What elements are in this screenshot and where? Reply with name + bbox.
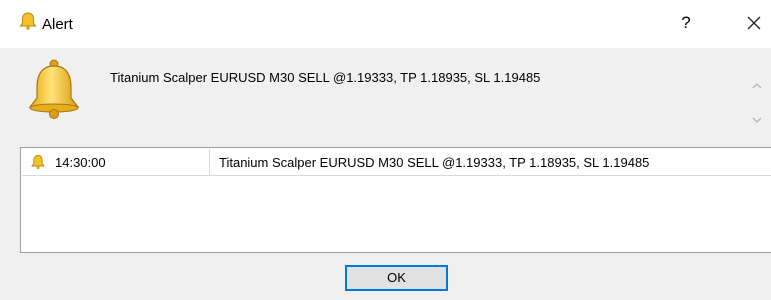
alert-message: Titanium Scalper EURUSD M30 SELL @1.1933… [110, 70, 541, 85]
bell-icon [24, 58, 84, 120]
scroll-down-button[interactable] [746, 110, 768, 130]
alert-log-list[interactable]: 14:30:00 Titanium Scalper EURUSD M30 SEL… [20, 147, 771, 253]
row-time: 14:30:00 [55, 155, 106, 170]
title-bar: Alert ? [0, 0, 771, 48]
chevron-up-icon [746, 83, 768, 100]
message-scrollbar[interactable] [746, 70, 768, 136]
bell-icon [30, 154, 46, 170]
time-cell: 14:30:00 [22, 149, 210, 175]
list-item[interactable]: 14:30:00 Titanium Scalper EURUSD M30 SEL… [22, 149, 771, 176]
ok-button[interactable]: OK [345, 265, 448, 291]
close-icon [747, 14, 761, 31]
alert-dialog: Alert ? Titanium Scalper EURUSD M30 SELL… [0, 0, 771, 300]
row-message: Titanium Scalper EURUSD M30 SELL @1.1933… [219, 155, 650, 170]
scroll-up-button[interactable] [746, 76, 768, 96]
help-button[interactable]: ? [670, 8, 702, 38]
bell-icon [18, 11, 38, 31]
window-title: Alert [42, 16, 73, 33]
close-button[interactable] [738, 8, 770, 38]
chevron-down-icon [746, 117, 768, 134]
